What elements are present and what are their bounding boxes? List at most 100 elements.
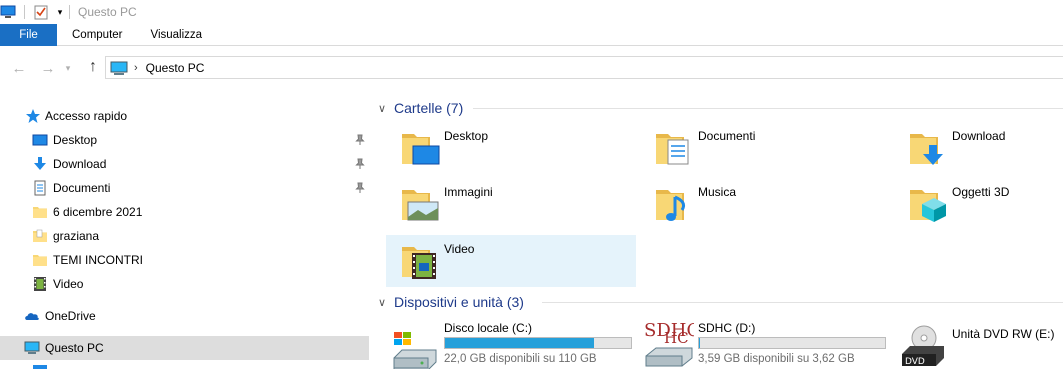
group-title: Dispositivi e unità (3) bbox=[394, 294, 524, 310]
breadcrumb-chevron-icon[interactable]: › bbox=[134, 62, 138, 74]
folder-picture-icon bbox=[400, 184, 440, 224]
sdhc-icon: SDHC HC bbox=[644, 320, 700, 369]
folder-label: Desktop bbox=[444, 129, 489, 143]
title-bar: ▾ Questo PC bbox=[0, 0, 1063, 24]
drive-label: Disco locale (C:) bbox=[444, 321, 533, 335]
group-header-cartelle[interactable]: ∨ Cartelle (7) bbox=[370, 98, 1063, 118]
back-button[interactable]: ← bbox=[8, 57, 30, 79]
star-icon bbox=[25, 108, 41, 124]
folder-tile-oggetti-3d[interactable]: Oggetti 3D bbox=[894, 178, 1063, 230]
hdd-icon bbox=[392, 330, 438, 369]
drive-usage-bar bbox=[698, 337, 886, 349]
folder-icon bbox=[32, 204, 48, 220]
video-icon bbox=[32, 276, 48, 292]
folder-document-icon bbox=[654, 128, 694, 168]
sidebar-item-questo-pc[interactable]: Questo PC bbox=[0, 336, 369, 360]
sidebar-item-label: Questo PC bbox=[45, 341, 104, 355]
pc-icon bbox=[24, 340, 40, 356]
sidebar-item-label: Documenti bbox=[53, 181, 111, 195]
folder-label: Documenti bbox=[698, 129, 756, 143]
drive-usage-bar bbox=[444, 337, 632, 349]
dvd-icon: DVD bbox=[900, 324, 946, 369]
cloud-icon bbox=[24, 308, 40, 324]
drive-free-space: 3,59 GB disponibili su 3,62 GB bbox=[698, 353, 855, 365]
desktop-icon bbox=[32, 364, 48, 369]
drive-free-space: 22,0 GB disponibili su 110 GB bbox=[444, 353, 597, 365]
folder-label: Immagini bbox=[444, 185, 493, 199]
group-title: Cartelle (7) bbox=[394, 100, 464, 116]
folder-tile-video[interactable]: Video bbox=[386, 235, 636, 287]
folder-desktop-icon bbox=[400, 128, 440, 168]
folder-music-icon bbox=[654, 184, 694, 224]
breadcrumb-questo-pc[interactable]: Questo PC bbox=[146, 61, 205, 75]
folder-label: Download bbox=[952, 129, 1006, 143]
sidebar-item-download[interactable]: Download bbox=[0, 152, 369, 176]
pc-icon bbox=[110, 60, 128, 76]
sidebar-item-temi-incontri[interactable]: TEMI INCONTRI bbox=[0, 248, 369, 272]
sidebar-item-label: TEMI INCONTRI bbox=[53, 253, 143, 267]
sidebar-item-documenti[interactable]: Documenti bbox=[0, 176, 369, 200]
drive-label: SDHC (D:) bbox=[698, 321, 756, 335]
tab-computer[interactable]: Computer bbox=[59, 24, 137, 46]
download-icon bbox=[32, 156, 48, 172]
address-bar[interactable]: › Questo PC bbox=[105, 56, 1063, 79]
group-header-dispositivi[interactable]: ∨ Dispositivi e unità (3) bbox=[370, 292, 1063, 312]
folder-tile-desktop[interactable]: Desktop bbox=[386, 122, 636, 174]
drive-label: Unità DVD RW (E:) bbox=[952, 327, 1055, 341]
pin-icon[interactable] bbox=[355, 134, 365, 146]
folder-film-icon bbox=[400, 241, 440, 281]
sidebar-item-onedrive[interactable]: OneDrive bbox=[0, 304, 369, 328]
chevron-down-icon[interactable]: ∨ bbox=[378, 102, 386, 115]
sidebar-item-label: OneDrive bbox=[45, 309, 96, 323]
title-separator-2 bbox=[69, 5, 70, 19]
navigation-pane: Accesso rapido Desktop Download Document… bbox=[0, 90, 369, 369]
svg-text:DVD: DVD bbox=[905, 357, 925, 367]
tab-file[interactable]: File bbox=[0, 24, 57, 46]
folder-tile-documenti[interactable]: Documenti bbox=[640, 122, 890, 174]
pin-icon[interactable] bbox=[355, 182, 365, 194]
sidebar-item-label: Download bbox=[53, 157, 107, 171]
pc-icon bbox=[0, 4, 16, 20]
recent-locations-button[interactable]: ▾ bbox=[61, 57, 75, 79]
folder-tile-musica[interactable]: Musica bbox=[640, 178, 890, 230]
folder-label: Video bbox=[444, 242, 475, 256]
sidebar-item-label: 6 dicembre 2021 bbox=[53, 205, 143, 219]
arrow-up-icon: ↑ bbox=[89, 58, 97, 75]
arrow-right-icon: → bbox=[40, 59, 56, 77]
sidebar-item-accesso-rapido[interactable]: Accesso rapido bbox=[0, 104, 369, 128]
content-pane: ∨ Cartelle (7) Desktop Documenti Downloa… bbox=[370, 90, 1063, 369]
folder-tile-immagini[interactable]: Immagini bbox=[386, 178, 636, 230]
folder-icon bbox=[32, 228, 48, 244]
sidebar-item-partial[interactable] bbox=[0, 362, 369, 369]
pin-icon[interactable] bbox=[355, 158, 365, 170]
forward-button[interactable]: → bbox=[37, 57, 59, 79]
chevron-down-icon: ▾ bbox=[65, 62, 71, 73]
folder-download-icon bbox=[908, 128, 948, 168]
folder-tile-download[interactable]: Download bbox=[894, 122, 1063, 174]
svg-text:HC: HC bbox=[664, 329, 689, 347]
sidebar-item-6-dicembre-2021[interactable]: 6 dicembre 2021 bbox=[0, 200, 369, 224]
drive-tile-d[interactable]: SDHC HC SDHC (D:) 3,59 GB disponibili su … bbox=[624, 320, 894, 369]
sidebar-item-desktop[interactable]: Desktop bbox=[0, 128, 369, 152]
up-button[interactable]: ↑ bbox=[82, 56, 104, 78]
folder-label: Oggetti 3D bbox=[952, 185, 1010, 199]
folder-label: Musica bbox=[698, 185, 737, 199]
drive-usage-fill bbox=[445, 338, 594, 348]
sidebar-item-label: Desktop bbox=[53, 133, 98, 147]
sidebar-item-graziana[interactable]: graziana bbox=[0, 224, 369, 248]
drive-usage-fill bbox=[699, 338, 701, 348]
drive-tile-e[interactable]: DVD Unità DVD RW (E:) bbox=[878, 320, 1063, 369]
navigation-bar: ← → ▾ ↑ › Questo PC bbox=[0, 46, 1063, 90]
tab-visualizza[interactable]: Visualizza bbox=[139, 24, 215, 46]
properties-icon[interactable] bbox=[33, 4, 49, 20]
folder-cube-icon bbox=[908, 184, 948, 224]
group-divider bbox=[542, 302, 1063, 303]
group-divider bbox=[473, 108, 1063, 109]
customize-toolbar-icon[interactable]: ▾ bbox=[53, 4, 67, 20]
sidebar-item-video[interactable]: Video bbox=[0, 272, 369, 296]
chevron-down-icon[interactable]: ∨ bbox=[378, 296, 386, 309]
document-icon bbox=[32, 180, 48, 196]
drive-tile-c[interactable]: Disco locale (C:) 22,0 GB disponibili su… bbox=[370, 320, 640, 369]
arrow-left-icon: ← bbox=[11, 59, 27, 77]
sidebar-item-label: Video bbox=[53, 277, 84, 291]
